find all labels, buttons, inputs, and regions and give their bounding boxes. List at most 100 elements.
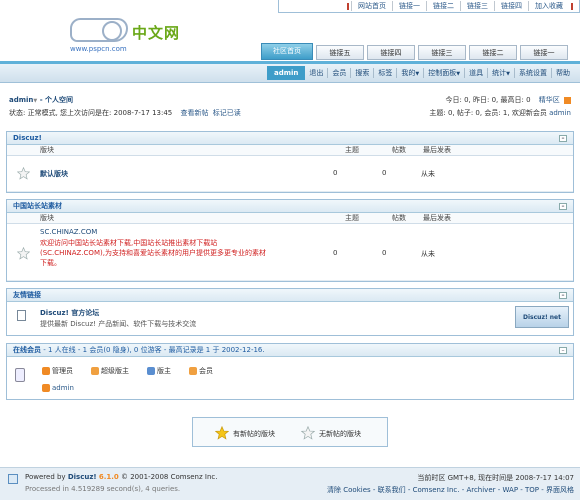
menu-stats-label: 统计: [492, 68, 507, 77]
role-member-label: 会员: [199, 367, 213, 375]
footer-logo-icon: [8, 474, 18, 484]
forum-threads: 0: [333, 169, 338, 177]
category-title[interactable]: Discuz!: [13, 134, 42, 142]
menu-stats[interactable]: 统计▼: [487, 67, 514, 78]
menu-cp-label: 控制面板: [428, 68, 457, 77]
role-supermod: 超级版主: [91, 366, 129, 376]
menu-tools[interactable]: 道具: [464, 67, 487, 78]
username-link[interactable]: admin: [9, 96, 33, 104]
legend-new: 有新帖的版块: [233, 430, 275, 438]
chevron-down-icon[interactable]: ▼: [33, 98, 37, 104]
new-posts-star-icon: [215, 426, 229, 440]
toplink-home[interactable]: 网站首页: [351, 1, 392, 11]
tab-link1[interactable]: 链接一: [520, 45, 568, 60]
forum-name-default[interactable]: 默认版块: [40, 169, 68, 179]
supermod-icon: [91, 367, 99, 375]
mark-read-link[interactable]: 标记已读: [213, 109, 241, 117]
processed-info: Processed in 4.519289 second(s), 4 queri…: [25, 485, 181, 493]
new-posts-link[interactable]: 查看新帖: [180, 109, 208, 117]
menu-admin[interactable]: 系统设置: [514, 67, 551, 78]
star-icon: [17, 247, 30, 260]
col-posts: 帖数: [392, 146, 406, 154]
rss-icon[interactable]: [564, 96, 571, 104]
col-last: 最后发表: [423, 214, 451, 222]
mod-icon: [147, 367, 155, 375]
collapse-icon[interactable]: –: [559, 292, 567, 299]
links-title: 友情链接: [13, 291, 41, 299]
nav-tabs: 社区首页 链接五 链接四 链接三 链接二 链接一: [261, 43, 568, 60]
logo-url: www.pspcn.com: [70, 45, 127, 53]
discuz-logo-badge[interactable]: Discuz! net: [515, 306, 569, 328]
toplink-4[interactable]: 链接四: [494, 1, 528, 11]
online-user-link[interactable]: admin: [52, 384, 74, 392]
forum-threads: 0: [333, 249, 338, 257]
footer-links[interactable]: 清除 Cookies - 联系我们 - Comsenz Inc. - Archi…: [327, 485, 574, 495]
col-forum: 版块: [40, 146, 54, 154]
menu-logout[interactable]: 退出: [305, 68, 327, 78]
col-threads: 主题: [345, 214, 359, 222]
forum-desc-line3: 下载。: [40, 259, 61, 267]
col-threads: 主题: [345, 146, 359, 154]
forum-name-sc[interactable]: SC.CHINAZ.COM: [40, 228, 97, 236]
tab-link4[interactable]: 链接四: [367, 45, 415, 60]
menu-search[interactable]: 搜索: [350, 67, 373, 78]
menu-my[interactable]: 我的▼: [396, 67, 423, 78]
menu-help[interactable]: 帮助: [551, 67, 574, 78]
forum-last-post: 从未: [421, 250, 435, 258]
collapse-icon[interactable]: –: [559, 203, 567, 210]
badge-text: Discuz! net: [523, 314, 561, 321]
toplink-1[interactable]: 链接一: [392, 1, 426, 11]
online-user: admin: [42, 384, 74, 392]
collapse-icon[interactable]: –: [559, 135, 567, 142]
user-menu: admin 退出 会员 搜索 标签 我的▼ 控制面板▼ 道具 统计▼ 系统设置 …: [267, 64, 574, 81]
link-desc: 提供最新 Discuz! 产品新闻、软件下载与技术交流: [40, 320, 197, 328]
top-links-bar: 网站首页 链接一 链接二 链接三 链接四 加入收藏: [278, 0, 580, 13]
status-text: 状态: 正常模式, 您上次访问是在: 2008-7-17 13:45: [9, 109, 173, 117]
column-header: 版块 主题 帖数 最后发表: [7, 145, 573, 156]
logo-text: 中文网: [132, 24, 181, 42]
legend-none: 无新帖的版块: [319, 430, 361, 438]
online-title: 在线会员: [13, 346, 41, 354]
new-member-link[interactable]: admin: [549, 109, 571, 117]
col-last: 最后发表: [423, 146, 451, 154]
star-icon: [17, 167, 30, 180]
link-page-icon: [17, 310, 26, 321]
footer: Powered by Discuz! 6.1.0 © 2001-2008 Com…: [0, 467, 580, 500]
chevron-down-icon: ▼: [415, 70, 420, 77]
toplink-2[interactable]: 链接二: [426, 1, 460, 11]
marker: [347, 2, 349, 10]
logo-graphic[interactable]: [70, 18, 128, 42]
stats-today: 今日: 0, 昨日: 0, 最高日: 0: [445, 96, 531, 104]
collapse-icon[interactable]: –: [559, 347, 567, 354]
tab-link5[interactable]: 链接五: [316, 45, 364, 60]
copyright: © 2001-2008 Comsenz Inc.: [121, 473, 218, 481]
column-header: 版块 主题 帖数 最后发表: [7, 213, 573, 224]
category-title[interactable]: 中国站长站素材: [13, 202, 62, 210]
stats-totals: 主题: 0, 帖子: 0, 会员: 1, 欢迎新会员: [429, 109, 547, 117]
chevron-down-icon: ▼: [456, 70, 461, 77]
forum-legend: 有新帖的版块 无新帖的版块: [192, 417, 388, 447]
menu-members[interactable]: 会员: [327, 67, 350, 78]
online-users-icon: [15, 368, 25, 382]
member-roles: 管理员 超级版主 版主 会员: [42, 366, 213, 376]
menu-user[interactable]: admin: [267, 65, 306, 80]
chevron-down-icon: ▼: [506, 70, 510, 77]
menu-cp[interactable]: 控制面板▼: [423, 67, 464, 78]
forum-desc-line2: (SC.CHINAZ.COM),为支持和喜爱站长素材的用户提供更多更专业的素材: [40, 249, 266, 257]
link-name[interactable]: Discuz! 官方论坛: [40, 308, 99, 318]
tab-home[interactable]: 社区首页: [261, 43, 313, 60]
friend-links: 友情链接 – Discuz! 官方论坛 提供最新 Discuz! 产品新闻、软件下…: [6, 288, 574, 336]
tab-link3[interactable]: 链接三: [418, 45, 466, 60]
powered-version: 6.1.0: [98, 473, 119, 481]
toplink-3[interactable]: 链接三: [460, 1, 494, 11]
tab-link2[interactable]: 链接二: [469, 45, 517, 60]
personal-space-link[interactable]: - 个人空间: [40, 96, 73, 104]
menu-tags[interactable]: 标签: [373, 67, 396, 78]
forum-last-post: 从未: [421, 170, 435, 178]
powered-brand[interactable]: Discuz!: [68, 473, 97, 481]
toplink-fav[interactable]: 加入收藏: [528, 1, 569, 11]
digest-link[interactable]: 精华区: [539, 96, 560, 104]
member-icon: [189, 367, 197, 375]
forum-stats: 今日: 0, 昨日: 0, 最高日: 0 精华区 主题: 0, 帖子: 0, 会…: [429, 95, 571, 118]
col-forum: 版块: [40, 214, 54, 222]
